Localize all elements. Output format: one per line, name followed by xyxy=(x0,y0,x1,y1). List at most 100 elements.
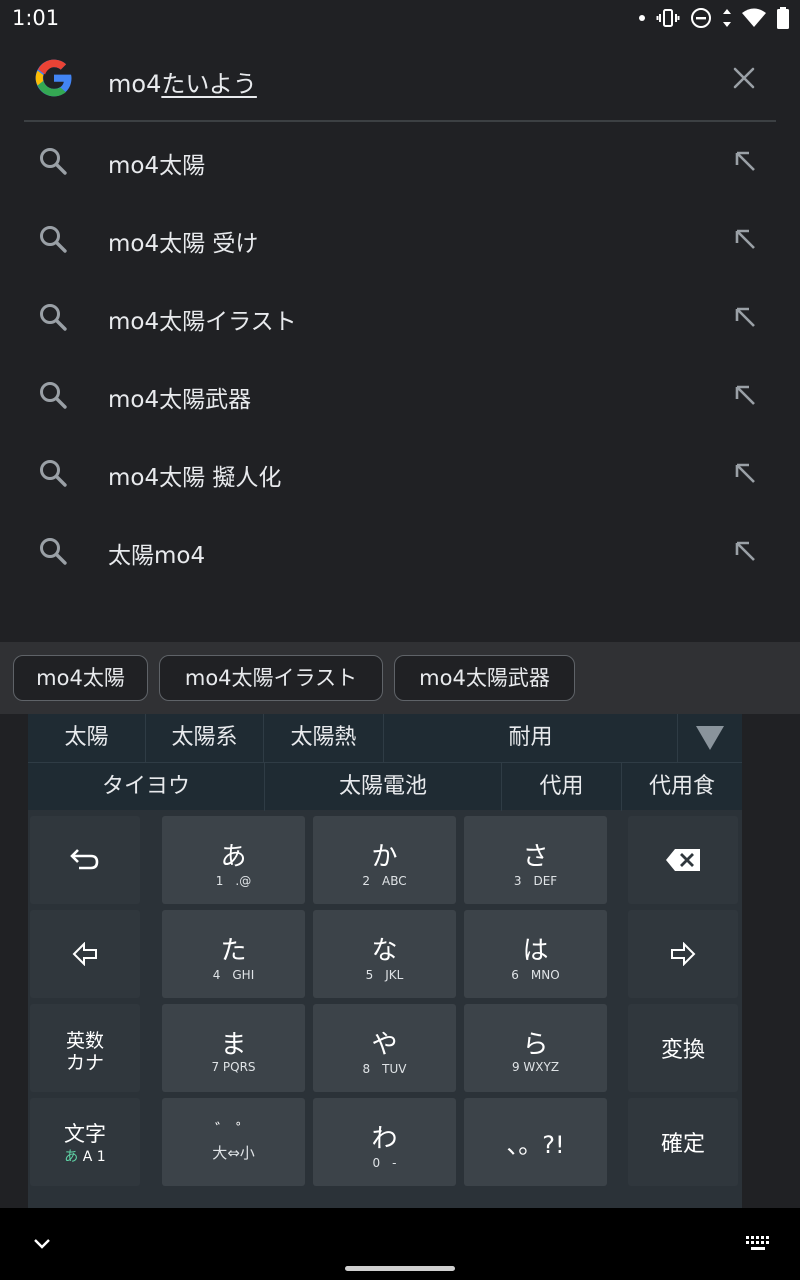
suggestion-chip[interactable]: mo4太陽 xyxy=(13,655,148,701)
key-sub-label: 3 DEF xyxy=(513,874,558,888)
suggestion-item[interactable]: 太陽mo4 xyxy=(0,512,800,590)
conversion-candidate[interactable]: 太陽系 xyxy=(146,714,264,762)
key-sub-label: 6 MNO xyxy=(511,968,560,982)
search-icon xyxy=(40,382,67,409)
key-sa[interactable]: さ 3 DEF xyxy=(464,816,607,904)
status-time: 1:01 xyxy=(12,6,60,30)
conversion-candidate[interactable]: 代用食 xyxy=(622,763,742,811)
key-na[interactable]: な 5 JKL xyxy=(313,910,456,998)
wifi-icon xyxy=(742,8,766,27)
suggestion-text: mo4太陽 受け xyxy=(108,231,259,257)
key-main-label: ら xyxy=(522,1030,549,1060)
search-icon xyxy=(40,538,67,565)
status-bar: 1:01 xyxy=(0,0,800,36)
key-main-label: ま xyxy=(220,1030,247,1060)
data-arrows-icon xyxy=(723,9,731,27)
conversion-candidate[interactable]: 耐用 xyxy=(384,714,678,762)
key-sub-label: 8 TUV xyxy=(362,1062,407,1076)
key-main-label: た xyxy=(220,936,247,966)
conversion-candidate[interactable]: タイヨウ xyxy=(28,763,265,811)
key-a[interactable]: あ 1 .@ xyxy=(162,816,305,904)
clear-icon[interactable] xyxy=(726,60,762,96)
suggestion-text: mo4太陽イラスト xyxy=(108,309,297,335)
key-line-2: カナ xyxy=(65,1052,104,1074)
search-bar[interactable]: mo4たいよう xyxy=(24,40,776,120)
suggestion-chip[interactable]: mo4太陽武器 xyxy=(394,655,575,701)
search-icon xyxy=(40,148,67,175)
key-main-label: さ xyxy=(522,842,549,872)
undo-key[interactable] xyxy=(30,816,140,904)
expand-candidates-icon[interactable] xyxy=(678,714,742,762)
eisu-kana-key[interactable]: 英数 カナ xyxy=(30,1004,140,1092)
key-ha[interactable]: は 6 MNO xyxy=(464,910,607,998)
home-handle[interactable] xyxy=(345,1266,455,1271)
arrow-left-icon xyxy=(72,942,97,966)
suggestion-text: mo4太陽 擬人化 xyxy=(108,465,282,491)
fill-query-arrow-icon[interactable] xyxy=(732,304,758,330)
fill-query-arrow-icon[interactable] xyxy=(732,148,758,174)
navigation-bar xyxy=(0,1208,800,1280)
key-wa[interactable]: わ 0 - xyxy=(313,1098,456,1186)
search-input[interactable]: mo4たいよう xyxy=(108,64,257,99)
key-ya[interactable]: や 8 TUV xyxy=(313,1004,456,1092)
search-query-composing: たいよう xyxy=(161,70,257,98)
key-dakuten[interactable]: ゛ ゜ 大⇔小 xyxy=(162,1098,305,1186)
conversion-candidate[interactable]: 太陽熱 xyxy=(264,714,384,762)
japanese-keyboard: 太陽 太陽系 太陽熱 耐用 タイヨウ 太陽電池 代用 代用食 あ 1 .@ か … xyxy=(0,714,800,1208)
kakutei-key[interactable]: 確定 xyxy=(628,1098,738,1186)
key-sub-label: 9 WXYZ xyxy=(511,1060,560,1074)
suggestion-text: 太陽mo4 xyxy=(108,543,206,569)
suggestion-item[interactable]: mo4太陽 擬人化 xyxy=(0,434,800,512)
key-ra[interactable]: ら 9 WXYZ xyxy=(464,1004,607,1092)
key-ma[interactable]: ま 7 PQRS xyxy=(162,1004,305,1092)
suggestion-item[interactable]: mo4太陽武器 xyxy=(0,356,800,434)
candidate-row-1: 太陽 太陽系 太陽熱 耐用 xyxy=(28,714,742,762)
search-query-latin: mo4 xyxy=(108,70,162,98)
key-ka[interactable]: か 2 ABC xyxy=(313,816,456,904)
keyboard-switch-icon[interactable] xyxy=(744,1234,772,1254)
hide-keyboard-chevron-icon[interactable] xyxy=(30,1232,54,1256)
suggestion-item[interactable]: mo4太陽イラスト xyxy=(0,278,800,356)
key-sub-label: 0 - xyxy=(372,1156,397,1170)
input-mode-key[interactable]: 文字 あ A 1 xyxy=(30,1098,140,1186)
suggestion-item[interactable]: mo4太陽 受け xyxy=(0,200,800,278)
conversion-candidate[interactable]: 代用 xyxy=(502,763,622,811)
status-icons xyxy=(638,6,790,30)
conversion-candidate[interactable]: 太陽 xyxy=(28,714,146,762)
key-label: 変換 xyxy=(660,1038,705,1063)
key-main-label: ゛ ゜ xyxy=(214,1120,253,1139)
candidate-row-2: タイヨウ 太陽電池 代用 代用食 xyxy=(28,762,742,811)
key-line-2: あ A 1 xyxy=(30,1146,140,1166)
search-icon xyxy=(40,304,67,331)
dot-icon xyxy=(639,15,645,21)
suggestion-chip[interactable]: mo4太陽イラスト xyxy=(159,655,383,701)
key-sub-label: 1 .@ xyxy=(215,874,252,888)
suggestion-item[interactable]: mo4太陽 xyxy=(0,122,800,200)
vibrate-icon xyxy=(656,9,680,27)
henkan-key[interactable]: 変換 xyxy=(628,1004,738,1092)
cursor-left-key[interactable] xyxy=(30,910,140,998)
backspace-key[interactable] xyxy=(628,816,738,904)
key-sub-label: 2 ABC xyxy=(362,874,407,888)
key-sub-label: 4 GHI xyxy=(212,968,255,982)
google-logo-icon xyxy=(35,59,72,97)
key-sub-label: 大⇔小 xyxy=(212,1144,255,1162)
fill-query-arrow-icon[interactable] xyxy=(732,382,758,408)
conversion-candidate[interactable]: 太陽電池 xyxy=(265,763,502,811)
key-punctuation[interactable]: 、。?! xyxy=(464,1098,607,1186)
key-main-label: わ xyxy=(371,1124,398,1154)
fill-query-arrow-icon[interactable] xyxy=(732,226,758,252)
suggestion-text: mo4太陽武器 xyxy=(108,387,252,413)
cursor-right-key[interactable] xyxy=(628,910,738,998)
key-ta[interactable]: た 4 GHI xyxy=(162,910,305,998)
fill-query-arrow-icon[interactable] xyxy=(732,460,758,486)
search-icon xyxy=(40,226,67,253)
search-icon xyxy=(40,460,67,487)
key-main-label: あ xyxy=(220,842,247,872)
key-label: 、。?! xyxy=(506,1130,565,1159)
arrow-right-icon xyxy=(671,942,696,966)
backspace-icon xyxy=(666,849,700,871)
undo-icon xyxy=(70,849,99,870)
key-main-label: か xyxy=(371,842,398,872)
fill-query-arrow-icon[interactable] xyxy=(732,538,758,564)
